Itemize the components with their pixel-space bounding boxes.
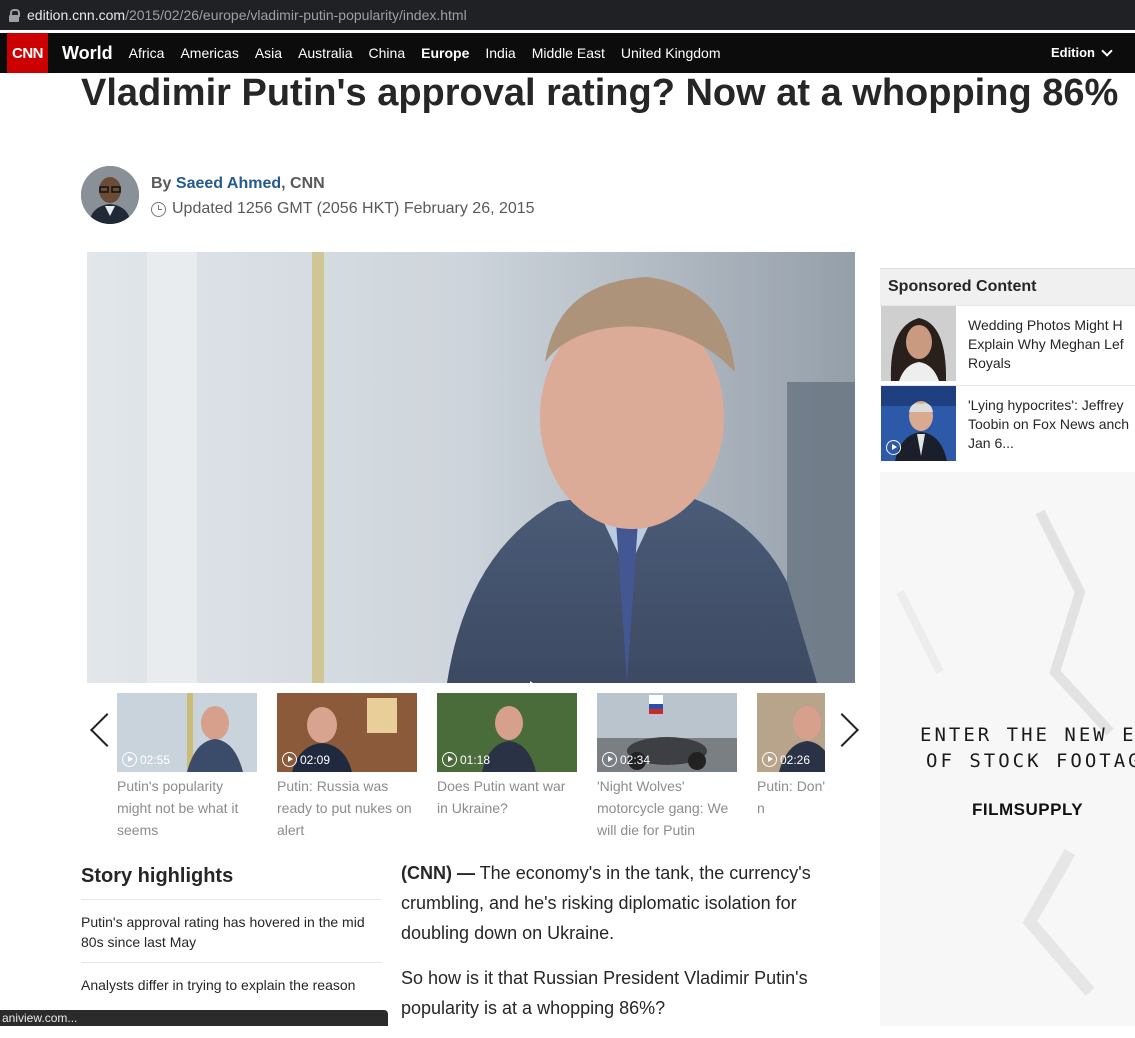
play-circle-icon <box>602 752 617 767</box>
highlight-item: Putin's approval rating has hovered in t… <box>81 899 381 962</box>
sponsored-line: Toobin on Fox News anch <box>968 416 1130 432</box>
sponsored-text: Wedding Photos Might H Explain Why Megha… <box>968 316 1135 373</box>
ad-headline: OF STOCK FOOTAGE <box>926 750 1135 772</box>
sponsored-item[interactable]: 'Lying hypocrites': Jeffrey Toobin on Fo… <box>880 385 1135 461</box>
carousel-next-arrow[interactable] <box>825 713 859 747</box>
dateline: (CNN) — <box>401 863 475 883</box>
sponsored-title: Sponsored Content <box>880 268 1135 305</box>
article-body: (CNN) — The economy's in the tank, the c… <box>401 858 831 1038</box>
play-circle-icon <box>282 752 297 767</box>
sponsored-line: Royals <box>968 355 1011 371</box>
duration-text: 02:26 <box>780 752 811 767</box>
sponsored-content: Sponsored Content Wedding Photos Might H… <box>880 268 1135 461</box>
nav-item-asia[interactable]: Asia <box>255 45 282 61</box>
nav-item-middle-east[interactable]: Middle East <box>532 45 605 61</box>
duration-text: 02:55 <box>140 752 171 767</box>
byline-prefix: By <box>151 175 172 192</box>
author-link[interactable]: Saeed Ahmed <box>176 175 281 192</box>
duration-text: 01:18 <box>460 752 491 767</box>
duration-badge: 02:09 <box>282 752 330 767</box>
nav-item-europe[interactable]: Europe <box>421 45 469 61</box>
video-thumbnail[interactable]: 02:34 'Night Wolves' motorcycle gang: We… <box>597 693 737 840</box>
top-navigation: CNN World Africa Americas Asia Australia… <box>0 33 1135 73</box>
video-thumbnail[interactable]: 01:18 Does Putin want war in Ukraine? <box>437 693 577 819</box>
sponsored-line: Wedding Photos Might H <box>968 317 1123 333</box>
nav-item-americas[interactable]: Americas <box>180 45 238 61</box>
video-thumbnail[interactable]: 02:09 Putin: Russia was ready to put nuk… <box>277 693 417 840</box>
video-caption[interactable]: Does Putin want war in Ukraine? <box>437 775 577 819</box>
nav-item-china[interactable]: China <box>369 45 406 61</box>
paragraph: So how is it that Russian President Vlad… <box>401 968 808 1018</box>
nav-item-united-kingdom[interactable]: United Kingdom <box>621 45 721 61</box>
edition-menu[interactable]: Edition <box>1050 44 1113 60</box>
play-circle-icon <box>762 752 777 767</box>
carousel-track: 02:55 Putin's popularity might not be wh… <box>117 693 825 840</box>
clock-icon <box>151 201 166 217</box>
duration-badge: 02:26 <box>762 752 810 767</box>
advertisement[interactable]: ENTER THE NEW ERA OF STOCK FOOTAGE FILMS… <box>880 472 1135 1026</box>
update-text: Updated 1256 GMT (2056 HKT) February 26,… <box>172 200 535 217</box>
sponsored-item[interactable]: Wedding Photos Might H Explain Why Megha… <box>880 305 1135 381</box>
sponsored-line: Explain Why Meghan Lef <box>968 336 1124 352</box>
author-avatar <box>81 166 139 224</box>
ad-headline: ENTER THE NEW ERA <box>920 724 1135 746</box>
paragraph: (CNN) — The economy's in the tank, the c… <box>401 858 831 948</box>
video-player[interactable] <box>87 252 855 683</box>
sponsored-text: 'Lying hypocrites': Jeffrey Toobin on Fo… <box>968 396 1135 453</box>
url-host: edition.cnn.com <box>27 7 126 23</box>
play-icon[interactable] <box>530 681 586 683</box>
duration-badge: 02:34 <box>602 752 650 767</box>
cnn-logo[interactable]: CNN <box>7 33 48 73</box>
video-thumbnail[interactable]: 02:55 Putin's popularity might not be wh… <box>117 693 257 840</box>
thumbnail-image: 02:55 <box>117 693 257 772</box>
video-caption[interactable]: Putin: Russia was ready to put nukes on … <box>277 775 417 840</box>
sponsored-line: 'Lying hypocrites': Jeffrey <box>968 397 1124 413</box>
sponsored-image <box>881 386 956 461</box>
highlights-title: Story highlights <box>81 865 234 887</box>
thumbnail-image: 02:26 <box>757 693 825 772</box>
thumbnail-image: 01:18 <box>437 693 577 772</box>
video-caption[interactable]: 'Night Wolves' motorcycle gang: We will … <box>597 775 737 840</box>
duration-text: 02:34 <box>620 752 651 767</box>
thumbnail-image: 02:09 <box>277 693 417 772</box>
duration-text: 02:09 <box>300 752 331 767</box>
browser-status-bar: aniview.com... <box>0 1010 388 1026</box>
video-thumbnail[interactable]: 02:26 Putin: Don't us, we're n <box>757 693 825 819</box>
video-caption[interactable]: Putin: Don't us, we're n <box>757 775 825 819</box>
byline-suffix: , CNN <box>281 175 325 192</box>
nav-item-africa[interactable]: Africa <box>129 45 165 61</box>
update-timestamp: Updated 1256 GMT (2056 HKT) February 26,… <box>151 200 535 218</box>
ad-background <box>896 509 1114 996</box>
duration-badge: 01:18 <box>442 752 490 767</box>
nav-item-australia[interactable]: Australia <box>298 45 352 61</box>
highlight-item: Analysts differ in trying to explain the… <box>81 962 381 1005</box>
nav-item-india[interactable]: India <box>485 45 515 61</box>
video-caption[interactable]: Putin's popularity might not be what it … <box>117 775 257 840</box>
duration-badge: 02:55 <box>122 752 170 767</box>
lock-icon <box>9 9 20 22</box>
video-poster <box>87 252 855 683</box>
url-path: /2015/02/26/europe/vladimir-putin-popula… <box>125 7 467 23</box>
chevron-down-icon <box>1101 44 1113 57</box>
thumbnail-image: 02:34 <box>597 693 737 772</box>
play-circle-icon <box>122 752 137 767</box>
edition-label: Edition <box>1050 45 1095 60</box>
byline: By Saeed Ahmed, CNN <box>151 175 325 193</box>
play-circle-icon <box>886 440 901 455</box>
ad-brand-logo: FILMSUPPLY <box>972 800 1084 819</box>
video-carousel: 02:55 Putin's popularity might not be wh… <box>87 690 859 840</box>
article-headline: Vladimir Putin's approval rating? Now at… <box>81 72 1119 114</box>
sponsored-line: Jan 6... <box>968 435 1014 451</box>
story-highlights: Story highlights Putin's approval rating… <box>81 865 381 1005</box>
play-circle-icon <box>442 752 457 767</box>
section-title[interactable]: World <box>62 43 113 64</box>
sponsored-image <box>881 306 956 381</box>
browser-url-bar[interactable]: edition.cnn.com /2015/02/26/europe/vladi… <box>0 0 1135 30</box>
